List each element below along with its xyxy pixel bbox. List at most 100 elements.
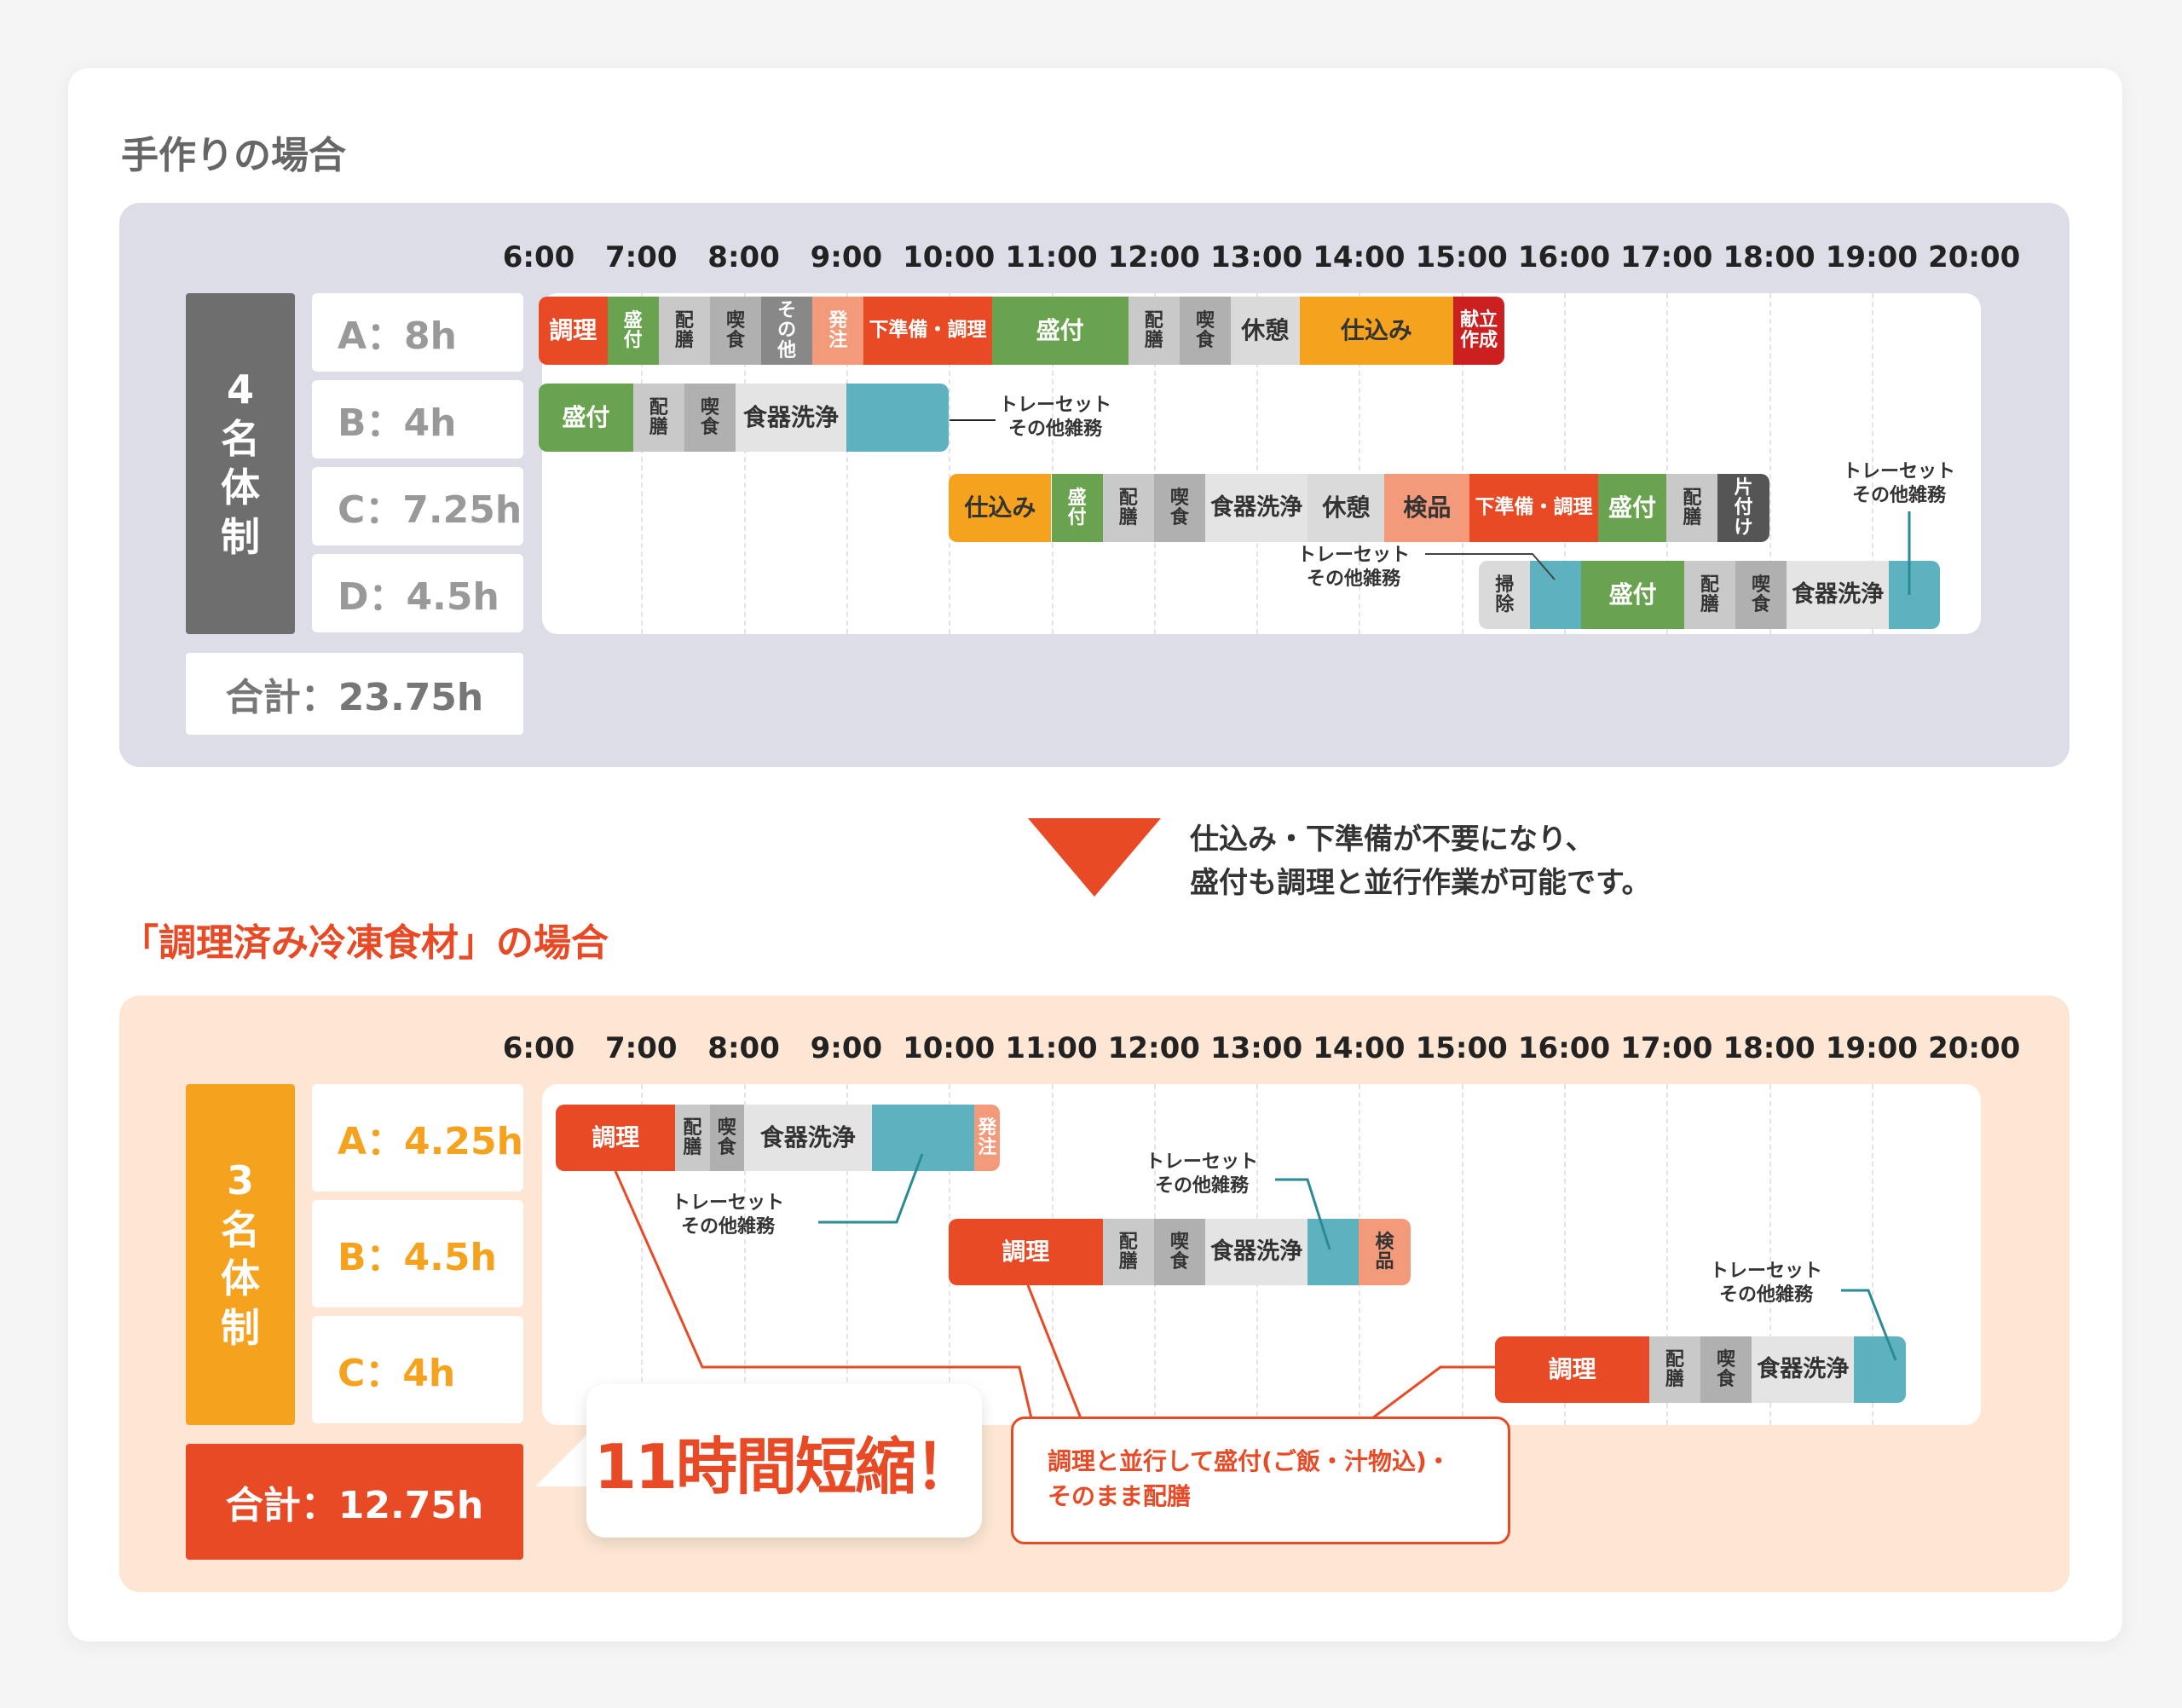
hour-label: 17:00	[1620, 1031, 1713, 1065]
task-segment: 休憩	[1307, 474, 1385, 542]
task-char: 膳	[1118, 507, 1138, 528]
hour-label: 6:00	[502, 240, 575, 274]
task-segment: 献立 作成	[1453, 297, 1505, 365]
task-segment: 検品	[1359, 1219, 1411, 1285]
task-line: 作成	[1460, 330, 1498, 351]
transition-line1: 仕込み・下準備が不要になり、	[1190, 822, 1595, 857]
hour-label: 20:00	[1928, 240, 2021, 274]
task-char: 配	[683, 1117, 702, 1139]
task-segment: 食器洗浄	[1204, 1219, 1308, 1285]
hour-label: 16:00	[1517, 1031, 1611, 1065]
task-segment: 調理	[1495, 1336, 1649, 1403]
system-char: 名	[221, 415, 260, 462]
task-char: 食	[725, 330, 745, 351]
hour-label: 14:00	[1313, 240, 1406, 274]
task-segment: 盛付	[607, 297, 659, 365]
task-char: そ	[777, 300, 797, 322]
task-char: 盛	[1067, 487, 1087, 509]
worker-hours: B：4.5h	[312, 1200, 523, 1307]
task-char: 盛	[623, 309, 643, 332]
note-tray-set-a: トレーセット その他雑務	[672, 1192, 784, 1238]
task-segment: 配膳	[1128, 297, 1180, 365]
task-segment: 喫食	[709, 1105, 744, 1171]
task-segment: 喫食	[1735, 561, 1787, 629]
section2-total: 合計：12.75h	[186, 1444, 523, 1560]
note-tray-set-d2: トレーセット その他雑務	[1843, 460, 1955, 507]
task-char: 配	[1700, 574, 1719, 596]
hour-label: 15:00	[1415, 1031, 1508, 1065]
hour-label: 13:00	[1209, 1031, 1303, 1065]
hour-label: 18:00	[1723, 240, 1815, 274]
task-char: 付	[1067, 507, 1087, 528]
task-segment: 盛付	[1581, 561, 1684, 629]
task-char: 配	[649, 396, 668, 418]
task-segment: 調理	[949, 1219, 1103, 1285]
task-char: 片	[1734, 477, 1753, 499]
task-segment: 発注	[812, 297, 864, 365]
task-segment: 喫食	[1153, 1219, 1205, 1285]
hour-label: 11:00	[1005, 240, 1098, 274]
task-char: 付	[623, 330, 643, 351]
section1-system-label: 4名体制	[186, 293, 295, 634]
task-segment: 調理	[556, 1105, 675, 1171]
task-char: け	[1734, 516, 1753, 539]
task-char: 配	[1144, 309, 1163, 332]
task-segment: 休憩	[1231, 297, 1300, 365]
task-char: 付	[1734, 497, 1753, 519]
section2-total-text: 合計：12.75h	[225, 1484, 484, 1527]
task-char: 膳	[1665, 1369, 1684, 1390]
task-char: 喫	[717, 1117, 736, 1139]
task-segment: 仕込み	[949, 474, 1052, 542]
task-char: 配	[674, 309, 694, 332]
hour-label: 12:00	[1107, 240, 1200, 274]
hour-label: 18:00	[1723, 1031, 1815, 1065]
task-char: 喫	[1717, 1348, 1736, 1370]
task-segment: 喫食	[709, 297, 762, 365]
savings-text: 11時間短縮！	[593, 1430, 976, 1503]
section1-total-text: 合計：23.75h	[225, 676, 484, 719]
note-text: トレーセット その他雑務	[672, 1192, 785, 1238]
hour-label: 16:00	[1517, 240, 1611, 274]
note-tray-set-b: トレーセット その他雑務	[999, 394, 1111, 441]
task-char: 品	[1375, 1251, 1394, 1272]
task-segment: 配膳	[674, 1105, 710, 1171]
task-segment: 喫食	[1153, 474, 1205, 542]
task-char: 発	[828, 309, 848, 332]
task-char: 検	[1375, 1231, 1394, 1253]
system-char: 名	[221, 1206, 260, 1253]
task-char: 喫	[1751, 574, 1770, 596]
task-char: 膳	[683, 1137, 702, 1158]
task-segment: 盛付	[1051, 474, 1103, 542]
worker-hours: D：4.5h	[312, 554, 523, 632]
task-char: 喫	[1195, 309, 1215, 332]
task-segment: 盛付	[991, 297, 1129, 365]
task-char: 他	[777, 339, 797, 361]
note-text: トレーセット その他雑務	[1710, 1261, 1823, 1306]
system-char: 3	[226, 1157, 254, 1203]
section2-system-label: 3名体制	[186, 1084, 295, 1425]
task-char: 食	[1169, 507, 1189, 528]
hour-label: 11:00	[1005, 1031, 1098, 1065]
task-segment: 仕込み	[1299, 297, 1454, 365]
task-char: 配	[1118, 487, 1138, 509]
worker-hours: A：8h	[312, 293, 523, 372]
system-char: 体	[221, 465, 260, 511]
task-char: 食	[700, 417, 719, 438]
task-char: 配	[1118, 1231, 1138, 1253]
transition-line2: 盛付も調理と並行作業が可能です。	[1190, 866, 1651, 900]
worker-hours: C：4h	[312, 1316, 523, 1423]
task-segment: 配膳	[658, 297, 710, 365]
task-char: 食	[1717, 1369, 1736, 1390]
savings-bubble-tail	[535, 1435, 586, 1486]
hour-label: 8:00	[707, 240, 780, 274]
system-char: 制	[221, 513, 260, 560]
hour-label: 13:00	[1209, 240, 1303, 274]
task-char: 喫	[1169, 487, 1189, 509]
task-segment: 配膳	[1102, 1219, 1154, 1285]
grid-line	[1461, 1084, 1463, 1425]
note-text: トレーセット その他雑務	[1297, 545, 1411, 590]
task-segment: 配膳	[1683, 561, 1735, 629]
task-segment: 喫食	[1700, 1336, 1752, 1403]
task-char: 喫	[700, 396, 719, 418]
task-segment: 食器洗浄	[1787, 561, 1890, 629]
